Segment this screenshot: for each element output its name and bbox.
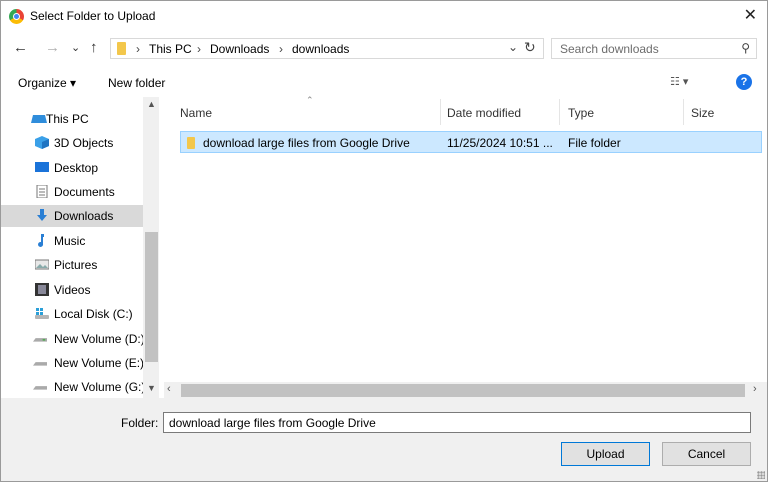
breadcrumb-chevron-icon[interactable]: › (136, 42, 140, 56)
scroll-up-icon[interactable]: ▲ (147, 99, 156, 109)
pc-icon (31, 115, 47, 123)
cube-icon (35, 136, 49, 149)
breadcrumb-downloads[interactable]: Downloads (210, 42, 269, 56)
sidebar-scrollbar-thumb[interactable] (145, 232, 158, 362)
sidebar-item-label: New Volume (E:) (54, 356, 145, 370)
search-placeholder[interactable]: Search downloads (560, 42, 659, 56)
film-icon (35, 283, 49, 296)
column-header-type[interactable]: Type (568, 106, 594, 120)
sidebar-item-pictures[interactable]: Pictures (1, 254, 143, 276)
column-divider[interactable] (559, 99, 560, 125)
music-note-icon (38, 234, 44, 247)
sidebar-item-this-pc[interactable]: This PC (1, 108, 143, 130)
forward-arrow-icon[interactable]: → (45, 39, 60, 56)
refresh-icon[interactable]: ↻ (524, 39, 536, 56)
column-header-size[interactable]: Size (691, 106, 714, 120)
sidebar-item-label: Music (54, 234, 86, 248)
search-icon: ⚲ (741, 41, 750, 55)
desktop-icon (35, 162, 49, 172)
breadcrumb-chevron-icon[interactable]: › (197, 42, 201, 56)
scroll-down-icon[interactable]: ▼ (147, 383, 156, 393)
sidebar-item-desktop[interactable]: Desktop (1, 157, 143, 179)
help-icon[interactable]: ? (736, 74, 752, 90)
windows-drive-icon (35, 308, 49, 319)
sidebar-item-label: Videos (54, 283, 91, 297)
sidebar-item-label: New Volume (D:) (54, 332, 145, 346)
sidebar-item-label: Desktop (54, 161, 99, 175)
breadcrumb-downloads-sub[interactable]: downloads (292, 42, 349, 56)
sidebar-item-label: 3D Objects (54, 136, 114, 150)
download-arrow-icon (37, 209, 47, 221)
scroll-left-icon[interactable]: ‹ (167, 383, 171, 395)
address-bar[interactable]: › This PC › Downloads › downloads ⌄ ↻ (110, 38, 544, 59)
close-button[interactable]: ✕ (744, 5, 757, 25)
navigation-pane: This PC 3D Objects Desktop Documents Dow… (1, 97, 159, 398)
row-date-modified: 11/25/2024 10:51 ... (447, 136, 553, 150)
sidebar-item-3d-objects[interactable]: 3D Objects (1, 132, 143, 154)
drive-icon (33, 362, 47, 366)
horizontal-scrollbar-thumb[interactable] (181, 384, 745, 397)
column-divider[interactable] (440, 99, 441, 125)
view-options-icon[interactable]: ☷ ▾ (670, 75, 688, 88)
sidebar-item-new-volume-e[interactable]: New Volume (E:) (1, 352, 145, 374)
file-list: ⌃ Name Date modified Type Size download … (164, 95, 767, 382)
folder-icon (117, 42, 126, 55)
sidebar-item-label: This PC (46, 112, 89, 126)
column-header-date-modified[interactable]: Date modified (447, 106, 521, 120)
drive-icon (33, 386, 47, 390)
row-name: download large files from Google Drive (203, 136, 410, 150)
folder-field[interactable] (163, 412, 751, 433)
folder-label: Folder: (121, 416, 159, 430)
picture-icon (35, 259, 49, 270)
sidebar-item-downloads[interactable]: Downloads (1, 205, 143, 227)
column-divider[interactable] (683, 99, 684, 125)
sidebar-item-label: Downloads (54, 209, 114, 223)
chrome-icon (9, 9, 24, 24)
table-row[interactable]: download large files from Google Drive 1… (180, 131, 762, 153)
up-arrow-icon[interactable]: ↑ (90, 39, 98, 56)
breadcrumb-this-pc[interactable]: This PC (149, 42, 192, 56)
document-icon (36, 185, 48, 198)
sidebar-item-local-disk-c[interactable]: Local Disk (C:) (1, 303, 143, 325)
resize-grip-icon[interactable] (757, 471, 765, 479)
row-type: File folder (568, 136, 621, 150)
sidebar-item-label: New Volume (G:) (54, 380, 146, 394)
window-title: Select Folder to Upload (30, 9, 156, 23)
drive-icon (33, 338, 47, 342)
address-dropdown-icon[interactable]: ⌄ (508, 40, 518, 54)
sidebar-item-label: Local Disk (C:) (54, 307, 133, 321)
sidebar-item-new-volume-d[interactable]: New Volume (D:) (1, 328, 145, 350)
horizontal-scrollbar[interactable]: ‹ › (164, 382, 767, 398)
file-dialog-window: Select Folder to Upload ✕ ← → ⌄ ↑ › This… (0, 0, 768, 482)
sidebar-item-documents[interactable]: Documents (1, 181, 143, 203)
breadcrumb-chevron-icon[interactable]: › (279, 42, 283, 56)
sidebar-item-new-volume-g[interactable]: New Volume (G:) (1, 376, 146, 398)
upload-button[interactable]: Upload (561, 442, 650, 466)
sort-ascending-icon: ⌃ (306, 95, 314, 105)
cancel-button[interactable]: Cancel (662, 442, 751, 466)
toolbar: Organize ▾ New folder ☷ ▾ ? (1, 69, 767, 97)
sidebar-item-label: Documents (54, 185, 115, 199)
folder-icon (187, 137, 195, 149)
dialog-footer: Folder: Upload Cancel (1, 398, 767, 481)
sidebar-item-videos[interactable]: Videos (1, 279, 143, 301)
column-header-name[interactable]: Name (180, 106, 212, 120)
sidebar-item-music[interactable]: Music (1, 230, 143, 252)
organize-button[interactable]: Organize ▾ (18, 76, 76, 90)
search-box[interactable]: Search downloads ⚲ (551, 38, 757, 59)
back-arrow-icon[interactable]: ← (13, 39, 28, 56)
scroll-right-icon[interactable]: › (753, 383, 757, 395)
title-bar: Select Folder to Upload ✕ (1, 1, 767, 32)
sidebar-item-label: Pictures (54, 258, 98, 272)
new-folder-button[interactable]: New folder (108, 76, 165, 90)
recent-locations-chevron-icon[interactable]: ⌄ (71, 41, 80, 54)
